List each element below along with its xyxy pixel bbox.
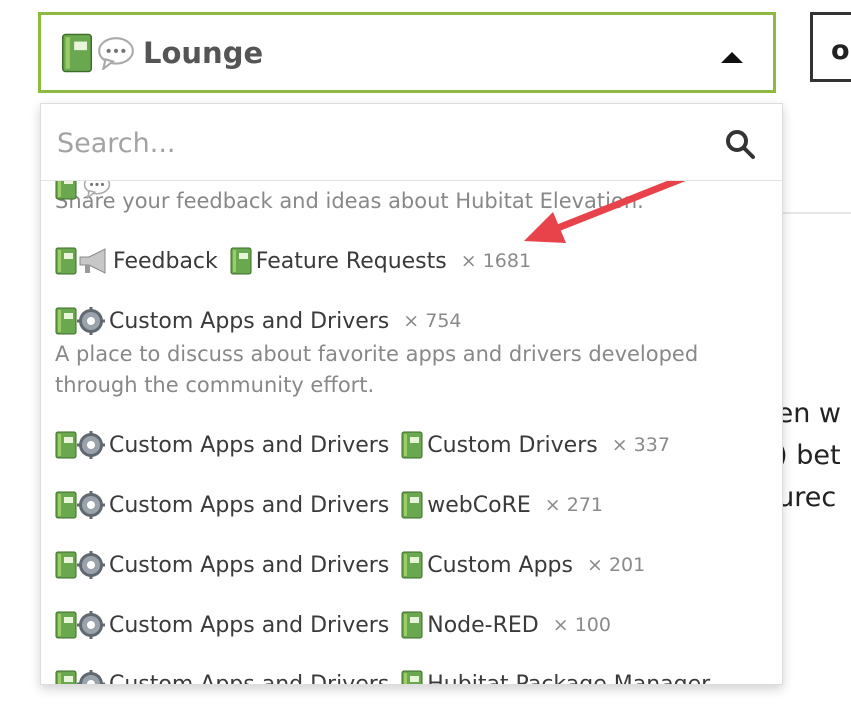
gear-icon xyxy=(77,551,105,579)
option-count: × 337 xyxy=(611,434,670,456)
green-book-icon xyxy=(230,247,252,275)
option-count: × 201 xyxy=(586,554,646,576)
option-count: × 271 xyxy=(544,494,604,516)
option-parent-label: Custom Apps and Drivers xyxy=(109,612,390,638)
option-custom-drivers[interactable]: Custom Apps and Drivers Custom Drivers ×… xyxy=(55,431,670,459)
divider xyxy=(780,212,851,214)
option-label: Feature Requests xyxy=(255,248,447,274)
green-book-icon xyxy=(55,551,77,579)
option-label: Custom Apps xyxy=(427,552,573,578)
option-label: Hubitat Package Manager xyxy=(427,671,711,685)
option-parent-label: Custom Apps and Drivers xyxy=(109,432,390,458)
green-book-icon xyxy=(55,491,77,519)
option-webcore[interactable]: Custom Apps and Drivers webCoRE × 271 xyxy=(55,491,603,519)
green-book-icon xyxy=(401,611,423,639)
option-hubitat-package-manager[interactable]: Custom Apps and Drivers Hubitat Package … xyxy=(55,670,722,685)
option-description: Share your feedback and ideas about Hubi… xyxy=(55,189,644,213)
option-count: × 754 xyxy=(403,310,462,332)
option-count: × 100 xyxy=(552,614,611,636)
category-selector[interactable]: Lounge xyxy=(38,12,776,93)
option-label: Custom Drivers xyxy=(427,432,598,458)
option-label: webCoRE xyxy=(427,492,531,518)
green-book-icon xyxy=(401,551,423,579)
option-feature-requests[interactable]: Feedback Feature Requests × 1681 xyxy=(55,247,531,275)
option-custom-apps[interactable]: Custom Apps and Drivers Custom Apps × 20… xyxy=(55,551,645,579)
green-book-icon xyxy=(55,611,77,639)
option-custom-apps-and-drivers[interactable]: Custom Apps and Drivers × 754 xyxy=(55,307,462,335)
search-icon xyxy=(726,130,755,159)
green-book-icon xyxy=(401,491,423,519)
gear-icon xyxy=(77,670,105,685)
option-count: × 1681 xyxy=(460,250,532,272)
option-node-red[interactable]: Custom Apps and Drivers Node-RED × 100 xyxy=(55,611,611,639)
green-book-icon xyxy=(55,247,77,275)
green-book-icon xyxy=(55,307,77,335)
search-bar xyxy=(41,104,782,181)
option-description: A place to discuss about favorite apps a… xyxy=(55,342,699,366)
megaphone-icon xyxy=(77,247,109,275)
green-book-icon xyxy=(401,431,423,459)
selected-category-label: Lounge xyxy=(143,35,264,70)
option-parent-label: Custom Apps and Drivers xyxy=(109,552,390,578)
green-book-icon xyxy=(401,670,423,685)
speech-bubble-icon xyxy=(97,36,135,70)
side-button[interactable]: o xyxy=(810,12,851,82)
option-label: Custom Apps and Drivers xyxy=(109,308,390,334)
option-description: through the community effort. xyxy=(55,373,375,397)
option-parent-label: Custom Apps and Drivers xyxy=(109,492,390,518)
gear-icon xyxy=(77,611,105,639)
category-dropdown: Share your feedback and ideas about Hubi… xyxy=(40,103,783,685)
option-parent-label: Feedback xyxy=(113,248,218,274)
caret-up-icon[interactable] xyxy=(721,52,743,63)
option-label: Node-RED xyxy=(427,612,539,638)
gear-icon xyxy=(77,431,105,459)
gear-icon xyxy=(77,491,105,519)
gear-icon xyxy=(77,307,105,335)
search-input[interactable] xyxy=(55,122,699,164)
green-book-icon xyxy=(61,33,93,73)
option-parent-label: Custom Apps and Drivers xyxy=(109,671,390,685)
green-book-icon xyxy=(55,670,77,685)
green-book-icon xyxy=(55,431,77,459)
